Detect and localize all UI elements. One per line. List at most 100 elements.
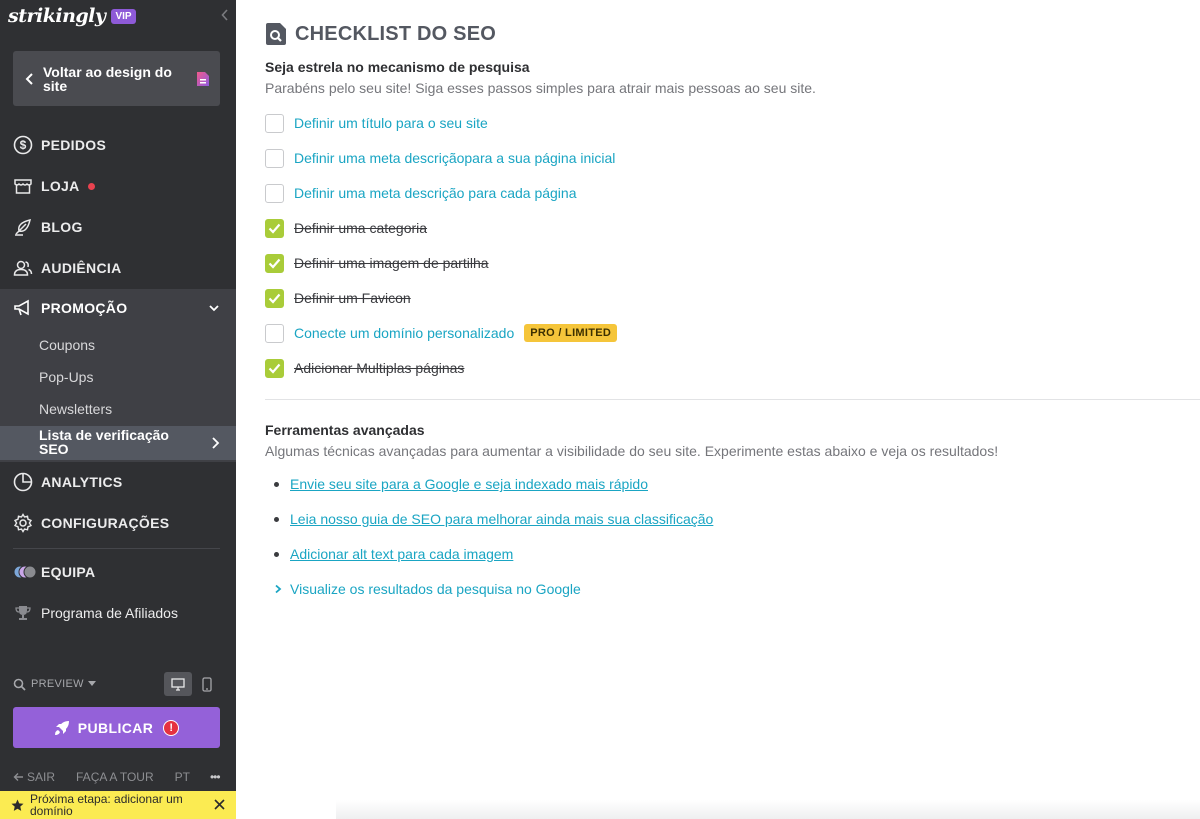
- chevron-right-icon: [275, 584, 282, 594]
- page-title: CHECKLIST DO SEO: [265, 22, 496, 46]
- checkbox[interactable]: [265, 148, 284, 168]
- back-to-design-button[interactable]: Voltar ao design do site: [13, 51, 220, 106]
- desktop-view-button[interactable]: [164, 672, 192, 696]
- checklist-item-label[interactable]: Conecte um domínio personalizado: [294, 325, 514, 341]
- preview-dropdown[interactable]: PREVIEW: [13, 678, 96, 691]
- trophy-icon: [13, 603, 33, 623]
- chevron-left-icon: [221, 9, 228, 21]
- nav-afiliados[interactable]: Programa de Afiliados: [0, 594, 236, 632]
- nav-audiencia[interactable]: AUDIÊNCIA: [0, 249, 236, 287]
- checkbox[interactable]: [265, 323, 284, 343]
- desktop-icon: [171, 677, 185, 691]
- alert-icon: !: [163, 719, 180, 736]
- chevron-left-icon: [25, 72, 33, 85]
- nav-label: BLOG: [41, 219, 83, 235]
- checklist-item-label[interactable]: Definir uma meta descrição para cada pág…: [294, 185, 577, 201]
- seo-search-page-icon: [266, 23, 286, 45]
- strikingly-logo: strikingly: [8, 5, 106, 27]
- arrow-left-icon: [13, 773, 23, 781]
- dollar-circle-icon: $: [13, 135, 33, 155]
- nav-label: CONFIGURAÇÕES: [41, 515, 170, 531]
- checkmark-icon: [268, 258, 281, 269]
- advanced-tool-link[interactable]: Adicionar alt text para cada imagem: [290, 546, 513, 562]
- checklist-item-label: Adicionar Multiplas páginas: [294, 360, 465, 376]
- google-preview-label: Visualize os resultados da pesquisa no G…: [290, 581, 581, 597]
- nav-loja[interactable]: LOJA: [0, 167, 236, 205]
- main-content: CHECKLIST DO SEO Seja estrela no mecanis…: [236, 0, 1200, 819]
- nav-equipa[interactable]: EQUIPA: [0, 553, 236, 591]
- feather-pen-icon: [13, 217, 33, 237]
- sidebar: strikingly VIP Voltar ao design do site …: [0, 0, 236, 819]
- next-step-banner[interactable]: Próxima etapa: adicionar um domínio: [0, 791, 236, 819]
- checkmark-icon: [268, 293, 281, 304]
- language-selector[interactable]: PT: [175, 770, 190, 784]
- checklist-item: Definir uma meta descrição para cada pág…: [265, 182, 577, 204]
- exit-link[interactable]: SAIR: [13, 770, 55, 784]
- sidebar-divider: [13, 548, 220, 549]
- checkbox[interactable]: [265, 218, 284, 238]
- search-icon: [13, 678, 26, 691]
- bullet: [274, 551, 279, 557]
- mobile-view-button[interactable]: [193, 672, 221, 696]
- nav-pedidos[interactable]: $ PEDIDOS: [0, 126, 236, 164]
- nav-configuracoes[interactable]: CONFIGURAÇÕES: [0, 504, 236, 542]
- sidebar-footer: SAIR FAÇA A TOUR PT •••: [13, 768, 221, 786]
- store-icon: [13, 176, 33, 196]
- page-title-text: CHECKLIST DO SEO: [295, 22, 496, 45]
- nav-label: AUDIÊNCIA: [41, 260, 122, 276]
- star-icon: [11, 799, 24, 811]
- subnav-seo-checklist[interactable]: Lista de verificação SEO: [0, 426, 236, 460]
- checkbox[interactable]: [265, 113, 284, 133]
- advanced-tool-item: Leia nosso guia de SEO para melhorar ain…: [274, 511, 713, 527]
- checkbox[interactable]: [265, 288, 284, 308]
- checkbox[interactable]: [265, 358, 284, 378]
- svg-text:$: $: [20, 138, 27, 152]
- section-divider: [265, 399, 1200, 400]
- close-icon[interactable]: [213, 798, 226, 811]
- checklist-item: Definir um Favicon: [265, 287, 411, 309]
- exit-label: SAIR: [27, 770, 56, 784]
- checklist-item: Definir um título para o seu site: [265, 112, 488, 134]
- checklist-item-label[interactable]: Definir uma meta descriçãopara a sua pág…: [294, 150, 615, 166]
- section-heading: Seja estrela no mecanismo de pesquisa: [265, 59, 530, 75]
- subnav-newsletters[interactable]: Newsletters: [39, 401, 112, 417]
- nav-promocao[interactable]: PROMOÇÃO: [0, 289, 236, 327]
- bullet: [274, 516, 279, 522]
- nav-label: PEDIDOS: [41, 137, 107, 153]
- nav-label: PROMOÇÃO: [41, 300, 128, 316]
- site-page-icon: [197, 71, 209, 86]
- more-options-icon[interactable]: •••: [210, 770, 221, 784]
- advanced-tool-link[interactable]: Envie seu site para a Google e seja inde…: [290, 476, 648, 492]
- subnav-coupons[interactable]: Coupons: [39, 337, 95, 353]
- checkmark-icon: [268, 363, 281, 374]
- checklist-item-label[interactable]: Definir um título para o seu site: [294, 115, 488, 131]
- checklist-item: Adicionar Multiplas páginas: [265, 357, 464, 379]
- bullet: [274, 481, 279, 487]
- gear-icon: [13, 513, 33, 533]
- checkmark-icon: [268, 223, 281, 234]
- advanced-tool-link[interactable]: Leia nosso guia de SEO para melhorar ain…: [290, 511, 713, 527]
- preview-row: PREVIEW: [13, 672, 220, 696]
- checkbox[interactable]: [265, 253, 284, 273]
- bottom-shadow: [336, 800, 1200, 819]
- checklist-item-label: Definir uma imagem de partilha: [294, 255, 489, 271]
- vip-badge: VIP: [111, 8, 136, 24]
- chevron-right-icon: [212, 437, 220, 449]
- nav-analytics[interactable]: ANALYTICS: [0, 463, 236, 501]
- tour-link[interactable]: FAÇA A TOUR: [76, 770, 154, 784]
- preview-label: PREVIEW: [31, 678, 84, 690]
- advanced-tool-item: Envie seu site para a Google e seja inde…: [274, 476, 648, 492]
- google-preview-toggle[interactable]: Visualize os resultados da pesquisa no G…: [274, 581, 581, 597]
- publish-label: PUBLICAR: [77, 719, 154, 736]
- checkbox[interactable]: [265, 183, 284, 203]
- subnav-popups[interactable]: Pop-Ups: [39, 369, 93, 385]
- next-step-text: Próxima etapa: adicionar um domínio: [30, 792, 183, 818]
- collapse-sidebar-button[interactable]: [218, 6, 232, 24]
- caret-down-icon: [87, 681, 96, 686]
- nav-label: ANALYTICS: [41, 474, 123, 490]
- publish-button[interactable]: PUBLICAR !: [13, 707, 220, 748]
- nav-blog[interactable]: BLOG: [0, 208, 236, 246]
- pie-chart-icon: [13, 472, 33, 492]
- pro-limited-badge: PRO / LIMITED: [524, 324, 618, 342]
- brand[interactable]: strikingly VIP: [8, 4, 136, 28]
